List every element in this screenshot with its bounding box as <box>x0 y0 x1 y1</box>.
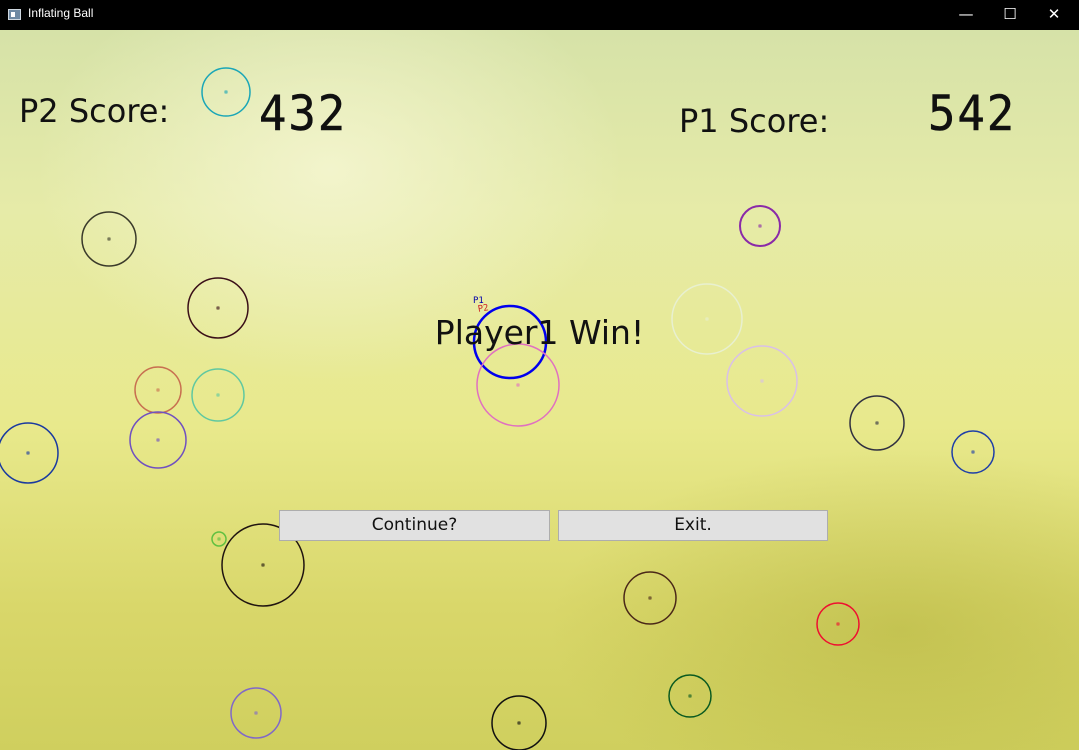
ball-center-dot <box>836 622 840 626</box>
ball-0 <box>201 67 251 117</box>
ball-center-dot <box>216 393 220 397</box>
p2-marker: P2 <box>477 303 490 315</box>
ball-center-dot <box>107 237 111 241</box>
ball-12 <box>849 395 905 451</box>
ball-20 <box>491 695 547 750</box>
ball-center-dot <box>156 438 160 442</box>
continue-button[interactable]: Continue? <box>279 510 550 541</box>
ball-center-dot <box>758 224 762 228</box>
window-title: Inflating Ball <box>28 6 94 20</box>
app-window-icon <box>8 9 21 20</box>
ball-center-dot <box>254 711 258 715</box>
ball-14 <box>211 531 227 547</box>
ball-2 <box>739 205 781 247</box>
ball-center-dot <box>516 383 520 387</box>
ball-13 <box>951 430 995 474</box>
balls-layer <box>0 67 995 750</box>
close-button[interactable]: ✕ <box>1031 0 1077 30</box>
ball-1 <box>81 211 137 267</box>
p1-score-value: 542 <box>928 86 1017 143</box>
p2-score-label: P2 Score: <box>19 92 170 130</box>
p2-score-value: 432 <box>259 86 348 143</box>
ball-center-dot <box>517 721 521 725</box>
ball-6 <box>476 343 560 427</box>
ball-7 <box>726 345 798 417</box>
ball-8 <box>134 366 182 414</box>
ball-center-dot <box>875 421 879 425</box>
p1-score-label: P1 Score: <box>679 102 830 140</box>
ball-center-dot <box>760 379 764 383</box>
ball-16 <box>623 571 677 625</box>
ball-center-dot <box>971 450 975 454</box>
maximize-button[interactable]: ☐ <box>987 0 1033 30</box>
ball-17 <box>816 602 860 646</box>
game-canvas[interactable]: P2 Score: 432 P1 Score: 542 Player1 Win!… <box>0 30 1079 750</box>
exit-button[interactable]: Exit. <box>558 510 828 541</box>
ball-9 <box>191 368 245 422</box>
ball-center-dot <box>216 306 220 310</box>
ball-18 <box>668 674 712 718</box>
ball-center-dot <box>217 537 221 541</box>
ball-center-dot <box>648 596 652 600</box>
ball-center-dot <box>261 563 265 567</box>
winner-message: Player1 Win! <box>434 313 645 352</box>
ball-center-dot <box>156 388 160 392</box>
ball-19 <box>230 687 282 739</box>
minimize-button[interactable]: — <box>943 0 989 30</box>
ball-center-dot <box>224 90 228 94</box>
ball-center-dot <box>26 451 30 455</box>
ball-10 <box>129 411 187 469</box>
ball-center-dot <box>688 694 692 698</box>
window-titlebar: Inflating Ball — ☐ ✕ <box>0 0 1079 30</box>
